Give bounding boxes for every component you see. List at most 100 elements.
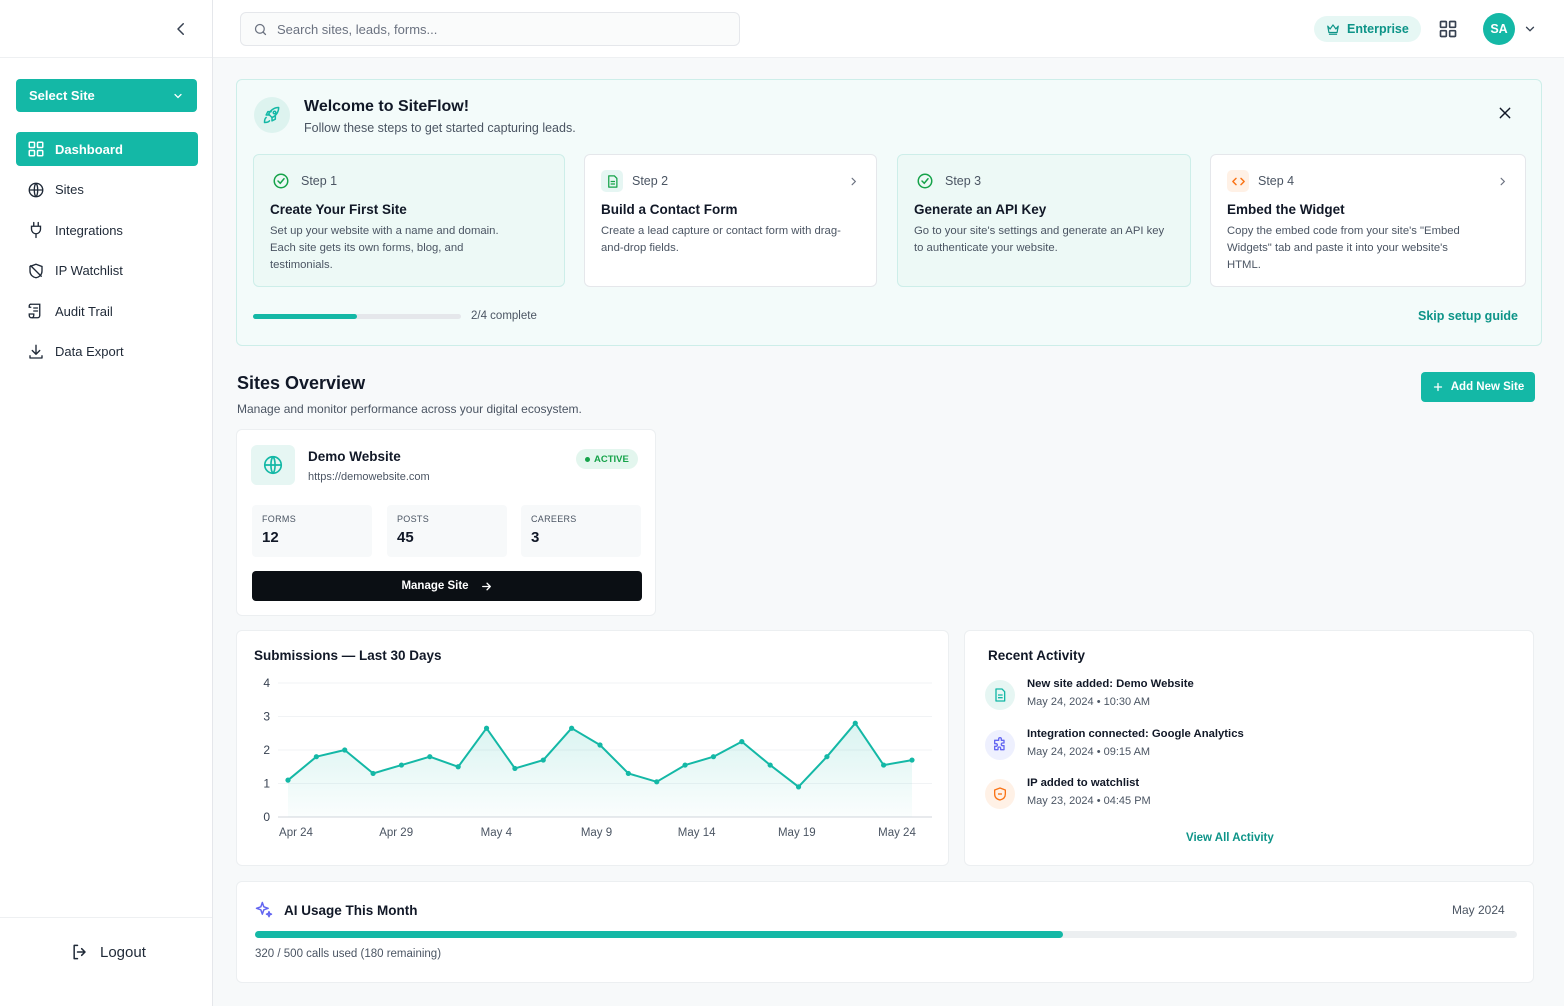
manage-site-label: Manage Site xyxy=(401,580,469,592)
plan-badge[interactable]: Enterprise xyxy=(1314,16,1421,42)
data-point xyxy=(398,762,405,768)
setup-progress-label: 2/4 complete xyxy=(471,310,537,322)
data-point xyxy=(909,757,915,763)
add-new-site-label: Add New Site xyxy=(1450,381,1525,393)
ai-usage-title: AI Usage This Month xyxy=(284,902,418,918)
select-site-dropdown[interactable]: Select Site xyxy=(16,79,197,112)
x-tick-label: May 14 xyxy=(678,827,716,839)
step-description: Create a lead capture or contact form wi… xyxy=(601,225,841,254)
manage-site-button[interactable]: Manage Site xyxy=(252,571,642,601)
form-document-icon xyxy=(601,170,623,192)
step-title: Create Your First Site xyxy=(270,202,407,217)
site-url: https://demowebsite.com xyxy=(308,471,430,483)
setup-step-3[interactable]: Step 3 Generate an API Key Go to your si… xyxy=(897,154,1191,287)
step-title: Embed the Widget xyxy=(1227,202,1345,217)
document-icon xyxy=(985,680,1015,710)
activity-item[interactable]: IP added to watchlist May 23, 2024 • 04:… xyxy=(985,774,1505,814)
data-point xyxy=(710,754,717,760)
chevron-right-icon xyxy=(1497,176,1508,187)
data-point xyxy=(654,779,660,785)
site-name: Demo Website xyxy=(308,449,401,464)
add-new-site-button[interactable]: Add New Site xyxy=(1421,372,1535,402)
chevron-down-icon[interactable] xyxy=(1523,22,1537,36)
sidebar-item-integrations[interactable]: Integrations xyxy=(16,213,198,247)
sidebar-item-data-export[interactable]: Data Export xyxy=(16,335,198,369)
data-point xyxy=(540,757,546,763)
setup-step-4[interactable]: Step 4 Embed the Widget Copy the embed c… xyxy=(1210,154,1526,287)
recent-activity-card: Recent Activity New site added: Demo Web… xyxy=(964,630,1534,866)
step-number: Step 1 xyxy=(301,174,338,188)
step-number: Step 3 xyxy=(945,174,982,188)
sidebar-item-audit-trail[interactable]: Audit Trail xyxy=(16,294,198,328)
y-tick-label: 0 xyxy=(263,810,270,824)
select-site-label: Select Site xyxy=(29,88,95,103)
step-number: Step 4 xyxy=(1258,174,1295,188)
scroll-icon xyxy=(28,303,41,319)
sites-overview-subtitle: Manage and monitor performance across yo… xyxy=(237,402,582,416)
ai-usage-header: AI Usage This Month xyxy=(254,900,418,920)
ai-usage-label: 320 / 500 calls used (180 remaining) xyxy=(255,948,442,960)
sidebar-top xyxy=(0,0,212,58)
check-circle-icon xyxy=(914,170,936,192)
ai-usage-card: AI Usage This Month May 2024 320 / 500 c… xyxy=(236,881,1534,983)
x-tick-label: Apr 24 xyxy=(279,827,313,839)
activity-text: New site added: Demo Website xyxy=(1027,678,1194,690)
data-point xyxy=(512,765,518,772)
x-tick-label: May 19 xyxy=(778,827,816,839)
data-point xyxy=(370,770,376,777)
crown-icon xyxy=(1327,24,1339,35)
setup-progress-fill xyxy=(253,314,357,319)
plus-icon xyxy=(1433,382,1442,392)
chevron-down-icon xyxy=(174,93,182,98)
step-number: Step 2 xyxy=(632,174,669,188)
avatar[interactable]: SA xyxy=(1483,13,1515,45)
status-badge: ACTIVE xyxy=(576,449,638,469)
view-all-activity-link[interactable]: View All Activity xyxy=(1186,832,1274,844)
activity-item[interactable]: Integration connected: Google Analytics … xyxy=(985,725,1505,765)
sidebar-item-label: Sites xyxy=(55,182,84,197)
sidebar-item-ip-watchlist[interactable]: IP Watchlist xyxy=(16,254,198,288)
sidebar-item-label: Dashboard xyxy=(55,141,123,157)
sidebar-item-sites[interactable]: Sites xyxy=(16,173,198,207)
close-icon[interactable] xyxy=(1497,105,1513,121)
sidebar-bottom: Logout xyxy=(0,917,212,1006)
stat-value: 45 xyxy=(397,529,414,546)
activity-time: May 24, 2024 • 10:30 AM xyxy=(1027,696,1151,708)
welcome-title: Welcome to SiteFlow! xyxy=(304,98,470,115)
arrow-right-icon xyxy=(481,582,491,590)
apps-grid-icon[interactable] xyxy=(1438,19,1458,39)
stat-value: 3 xyxy=(531,529,540,546)
recent-activity-title: Recent Activity xyxy=(988,648,1086,663)
activity-item[interactable]: New site added: Demo Website May 24, 202… xyxy=(985,675,1505,715)
stat-forms: FORMS 12 xyxy=(252,505,372,557)
step-title: Generate an API Key xyxy=(914,202,1047,217)
avatar-initials: SA xyxy=(1490,22,1508,36)
search-input[interactable] xyxy=(277,21,717,37)
search-icon xyxy=(254,23,267,35)
data-point xyxy=(427,754,433,760)
data-point xyxy=(824,754,830,760)
chevron-right-icon xyxy=(848,176,859,187)
stat-label: CAREERS xyxy=(531,514,577,524)
sidebar-item-label: Data Export xyxy=(55,344,124,359)
logout-label: Logout xyxy=(100,943,146,961)
submissions-chart-card: Submissions — Last 30 Days 0 1 2 3 4 Apr 24 Ap… xyxy=(236,630,949,866)
download-icon xyxy=(29,344,43,359)
x-tick-label: May 24 xyxy=(878,827,916,839)
setup-step-2[interactable]: Step 2 Build a Contact Form Create a lea… xyxy=(584,154,877,287)
skip-setup-link[interactable]: Skip setup guide xyxy=(1418,309,1518,323)
welcome-panel: Welcome to SiteFlow! Follow these steps … xyxy=(236,79,1542,346)
sidebar-item-dashboard[interactable]: Dashboard xyxy=(16,132,198,166)
x-tick-label: Apr 29 xyxy=(379,827,413,839)
logout-button[interactable]: Logout xyxy=(70,942,146,962)
setup-step-1[interactable]: Step 1 Create Your First Site Set up you… xyxy=(253,154,565,287)
globe-icon xyxy=(251,445,295,485)
activity-time: May 24, 2024 • 09:15 AM xyxy=(1027,746,1151,758)
status-dot xyxy=(585,456,590,462)
step-title: Build a Contact Form xyxy=(601,202,738,217)
check-circle-icon xyxy=(270,170,292,192)
activity-time: May 23, 2024 • 04:45 PM xyxy=(1027,795,1151,807)
data-point xyxy=(569,725,575,731)
search-box[interactable] xyxy=(240,12,740,46)
collapse-sidebar-chevron-left-icon[interactable] xyxy=(172,20,190,38)
